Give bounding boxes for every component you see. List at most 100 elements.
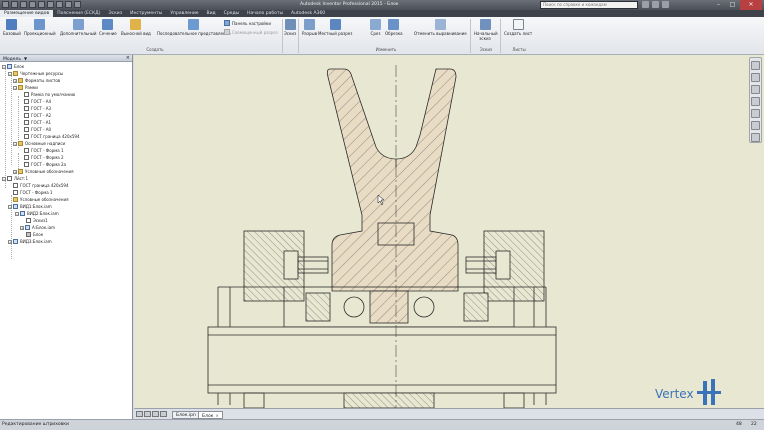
break-out-button[interactable]: Местный разрез [318,19,352,36]
overlay-button[interactable]: Панель настройки [224,20,271,26]
new-sheet-button[interactable]: Создать лист [504,19,532,36]
folder-icon [13,197,18,202]
tree-node-sheet-title[interactable]: ГОСТ - Форма 1 [13,189,53,196]
tab-annotate[interactable]: Пояснения (ЕСКД) [53,10,104,17]
doc-tab-ipn[interactable]: Блок.ipn [172,411,200,419]
redo-icon[interactable] [47,1,54,8]
sheet-icon [7,176,12,181]
sequential-view-button[interactable]: Последовательное представление [157,19,231,36]
tree-node-sheet-symbols[interactable]: Условные обозначения [13,196,69,203]
tree-node-view2[interactable]: − ВИД2:Блок.iam [15,210,59,217]
tree-node-border-default[interactable]: Рамка по умолчанию [24,91,75,98]
save-icon[interactable] [29,1,36,8]
sketch-panel-label: Эскиз [479,47,493,52]
tab-tools[interactable]: Инструменты [126,10,166,17]
browser-header[interactable]: Модель ▼ × [0,55,132,62]
tree-node-block[interactable]: Блок [26,231,43,238]
combined-section-button[interactable]: Совмещенный разрез [224,29,278,35]
tree-node-sheet1[interactable]: − Лист:1 [2,175,28,182]
zoom-window-icon[interactable] [751,97,760,106]
zoom-icon[interactable] [751,85,760,94]
update-icon[interactable] [74,1,81,8]
tree-node-label: Лист:1 [14,176,29,181]
tile-icon[interactable] [136,411,143,417]
close-icon[interactable]: × [126,55,130,62]
tab-sketch[interactable]: Эскиз [104,10,126,17]
orbit-icon[interactable] [751,109,760,118]
cascade-icon[interactable] [144,411,151,417]
tree-node-form1[interactable]: ГОСТ - Форма 1 [24,147,64,154]
tree-node-symbols[interactable]: + Условные обозначения [13,168,74,175]
border-icon [24,127,29,132]
slice-icon [370,19,381,30]
tree-node-border-a3[interactable]: ГОСТ - А3 [24,105,51,112]
tab-get-started[interactable]: Начало работы [243,10,287,17]
help-search-input[interactable]: Поиск по справке и командам [540,1,638,9]
maximize-button[interactable]: □ [726,0,739,10]
close-button[interactable]: ✕ [740,0,762,10]
chevron-down-icon[interactable]: ▼ [24,56,27,61]
tree-node-view3[interactable]: + ВИД3:Блок.iam [8,238,52,245]
tab-view[interactable]: Вид [203,10,220,17]
close-icon[interactable]: × [215,413,218,418]
help-icon[interactable] [662,1,669,8]
doc-tab-drawing[interactable]: Блок × [198,411,223,419]
minimize-button[interactable]: – [712,0,725,10]
tab-environments[interactable]: Среды [220,10,243,17]
start-sketch-button[interactable]: Начальный эскиз [474,19,498,41]
slice-button[interactable]: Срез [370,19,381,36]
tree-node-label: Чертежные ресурсы [20,71,64,76]
drawing-canvas[interactable]: Vertex [134,55,764,408]
tree-node-border-a0[interactable]: ГОСТ - А0 [24,126,51,133]
open-file-icon[interactable] [20,1,27,8]
new-file-icon[interactable] [11,1,18,8]
bottom-bolt [503,392,525,408]
section-view-button[interactable]: Сечение [99,19,117,36]
tree-node-sheet-border[interactable]: ГОСТ граница 420х594 [13,182,68,189]
projected-view-button[interactable]: Проекционный [24,19,56,36]
sign-in-icon[interactable] [642,1,649,8]
title-block-icon [13,190,18,195]
tree-node-border-a4[interactable]: ГОСТ - А4 [24,98,51,105]
look-at-icon[interactable] [751,121,760,130]
tree-node-label: Блок [33,232,44,237]
tree-node-border-a1[interactable]: ГОСТ - А1 [24,119,51,126]
ribbon-separator [298,19,299,53]
arrange-icon[interactable] [152,411,159,417]
tab-a360[interactable]: Autodesk A360 [287,10,329,17]
detail-view-button[interactable]: Выносной вид [121,19,151,36]
tab-menu-icon[interactable] [160,411,167,417]
tree-node-label: ГОСТ - А1 [31,120,52,125]
tree-node-form2[interactable]: ГОСТ - Форма 2 [24,154,64,161]
select-icon[interactable] [56,1,63,8]
base-view-button[interactable]: Базовый [3,19,21,36]
steering-wheel-icon[interactable] [751,61,760,70]
tree-node-border-a2[interactable]: ГОСТ - А2 [24,112,51,119]
break-button[interactable]: Разрыв [302,19,317,36]
tree-node-root[interactable]: − Блок [2,63,24,70]
undo-icon[interactable] [38,1,45,8]
tree-node-sketch1[interactable]: Эскиз1 [26,217,48,224]
tree-node-title-blocks[interactable]: − Основные надписи [13,140,65,147]
nav-options-icon[interactable] [751,133,760,142]
auxiliary-view-button[interactable]: Дополнительный [60,19,96,36]
material-icon[interactable] [65,1,72,8]
tree-node-form2a[interactable]: ГОСТ - Форма 2а [24,161,66,168]
tree-node-resources[interactable]: − Чертежные ресурсы [8,70,63,77]
tree-node-borders[interactable]: − Рамки [13,84,38,91]
tree-node-section-a[interactable]: + А:Блок.iam [20,224,55,231]
tree-line [11,75,12,165]
sketch-label: Эскиз [284,31,297,36]
exchange-icon[interactable] [652,1,659,8]
tab-place-views[interactable]: Размещение видов [0,10,54,17]
sketch-button[interactable]: Эскиз [284,19,296,36]
tab-manage[interactable]: Управление [166,10,202,17]
app-menu-icon[interactable] [2,1,9,8]
pan-icon[interactable] [751,73,760,82]
break-alignment-icon [434,19,446,30]
break-alignment-button[interactable]: Отменить выравнивание [414,19,467,36]
tree-node-border-420[interactable]: ГОСТ граница 420х594 [24,133,79,140]
tree-node-sheet-formats[interactable]: + Форматы листов [13,77,60,84]
crop-button[interactable]: Обрезка [385,19,403,36]
tree-node-view1[interactable]: − ВИД1:Блок.iam [8,203,52,210]
